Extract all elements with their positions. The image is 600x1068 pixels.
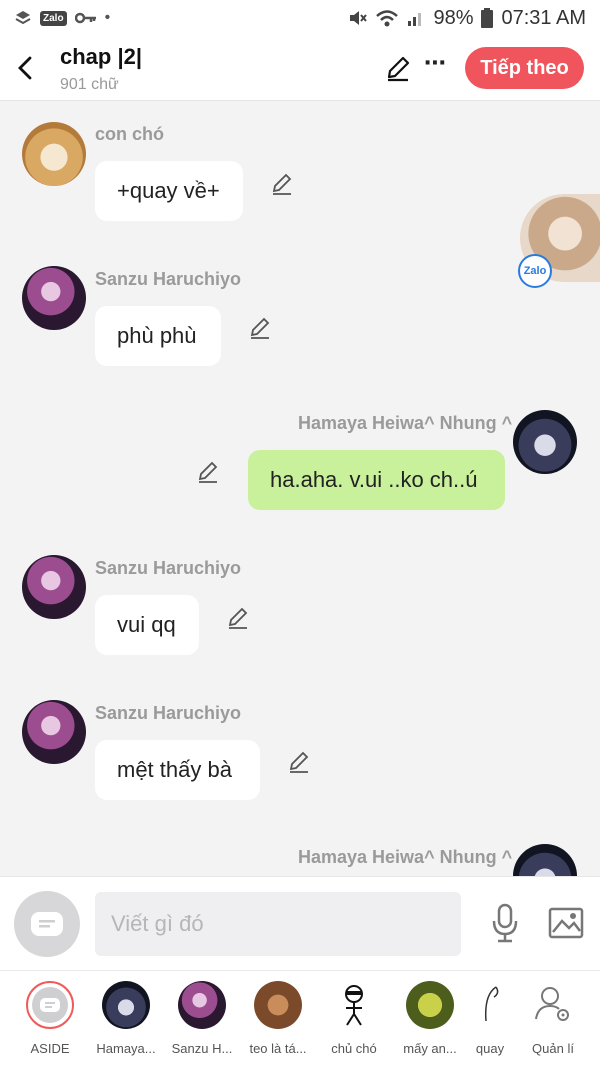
tab-label: ASIDE (30, 1041, 70, 1056)
avatar[interactable] (513, 410, 577, 474)
chevron-left-icon (18, 56, 32, 80)
battery-percent: 98% (433, 6, 474, 29)
pencil-icon (250, 317, 270, 339)
sender-name: Hamaya Heiwa^ Nhung ^ (298, 847, 513, 867)
dot-icon: • (104, 9, 111, 26)
sender-name: Hamaya Heiwa^ Nhung ^ (298, 413, 513, 433)
tab-character[interactable]: Sanzu H... (164, 981, 240, 1061)
next-button[interactable]: Tiếp theo (465, 47, 584, 89)
zalo-badge: Zalo (518, 254, 552, 288)
tab-label: Quản lí (532, 1041, 574, 1056)
chat-area[interactable]: con chó +quay về+ Sanzu Haruchiyo phù ph… (0, 100, 600, 876)
tab-character[interactable]: Hamaya... (88, 981, 164, 1061)
pencil-icon (228, 607, 248, 629)
more-options-button[interactable]: ⋯ (424, 50, 447, 76)
pencil-icon (272, 173, 292, 195)
tab-character[interactable]: teo là tá... (240, 981, 316, 1061)
battery-icon (481, 8, 494, 28)
character-tab-bar: ASIDE Hamaya... Sanzu H... teo là tá... … (0, 970, 600, 1068)
avatar[interactable] (22, 555, 86, 619)
key-icon (74, 12, 96, 24)
message-bubble[interactable]: vui qq (95, 595, 199, 655)
message-bubble[interactable]: +quay về+ (95, 161, 243, 221)
signal-icon (408, 13, 422, 26)
status-left-icons: Zalo • (0, 9, 110, 27)
tab-label: Sanzu H... (171, 1041, 233, 1056)
aside-tab-icon (26, 981, 74, 1029)
status-right: 98% 07:31 AM (347, 0, 586, 36)
tab-character[interactable]: chủ chó (316, 981, 392, 1061)
avatar[interactable] (22, 700, 86, 764)
clock: 07:31 AM (501, 6, 586, 29)
tab-aside[interactable]: ASIDE (12, 981, 88, 1061)
edit-message-button[interactable] (226, 606, 250, 635)
manage-user-icon (529, 981, 577, 1029)
microphone-button[interactable] (490, 903, 520, 948)
pencil-icon (387, 56, 410, 82)
avatar[interactable] (22, 122, 86, 186)
tab-manage[interactable]: Quản lí (515, 981, 591, 1061)
sender-name: Sanzu Haruchiyo (95, 703, 242, 723)
layers-icon (15, 11, 31, 25)
pencil-icon (198, 461, 218, 483)
composer-bar (0, 876, 600, 971)
avatar (406, 981, 454, 1029)
image-icon (548, 907, 584, 939)
edit-message-button[interactable] (287, 750, 311, 779)
avatar[interactable] (513, 844, 577, 876)
header: chap |2| 901 chữ ⋯ Tiếp theo (0, 36, 600, 100)
image-button[interactable] (548, 907, 584, 944)
status-bar: Zalo • 98% 07:31 AM (0, 0, 600, 36)
avatar (102, 981, 150, 1029)
pencil-icon (289, 751, 309, 773)
zalo-chat-head[interactable]: Zalo (518, 194, 600, 288)
sender-name: Sanzu Haruchiyo (95, 558, 242, 578)
message-bubble[interactable]: mệt thấy bà (95, 740, 260, 800)
avatar[interactable] (22, 266, 86, 330)
tab-label: chủ chó (331, 1041, 377, 1056)
aside-toggle-button[interactable] (14, 891, 80, 957)
edit-title-button[interactable] (384, 54, 412, 87)
edit-message-button[interactable] (270, 172, 294, 201)
tab-label: Hamaya... (96, 1041, 156, 1056)
back-button[interactable] (10, 50, 40, 86)
message-input[interactable] (95, 892, 461, 956)
mute-icon (350, 11, 368, 25)
edit-message-button[interactable] (248, 316, 272, 345)
sender-name: Sanzu Haruchiyo (95, 269, 242, 289)
page-title: chap |2| (60, 44, 143, 69)
sender-name: con chó (95, 124, 165, 144)
zalo-icon: Zalo (40, 10, 67, 26)
more-dots-icon: ⋯ (424, 50, 447, 75)
word-count: 901 chữ (60, 76, 119, 93)
stickman-icon (330, 981, 378, 1029)
microphone-icon (492, 903, 518, 943)
message-bubble[interactable]: ha.aha. v.ui ..ko ch..ú (248, 450, 505, 510)
avatar (254, 981, 302, 1029)
edit-message-button[interactable] (196, 460, 220, 489)
message-icon (40, 998, 60, 1012)
wifi-icon (376, 10, 399, 27)
message-icon (31, 912, 63, 936)
avatar (178, 981, 226, 1029)
sketch-icon (466, 981, 514, 1029)
message-bubble[interactable]: phù phù (95, 306, 221, 366)
tab-label: teo là tá... (249, 1041, 307, 1056)
